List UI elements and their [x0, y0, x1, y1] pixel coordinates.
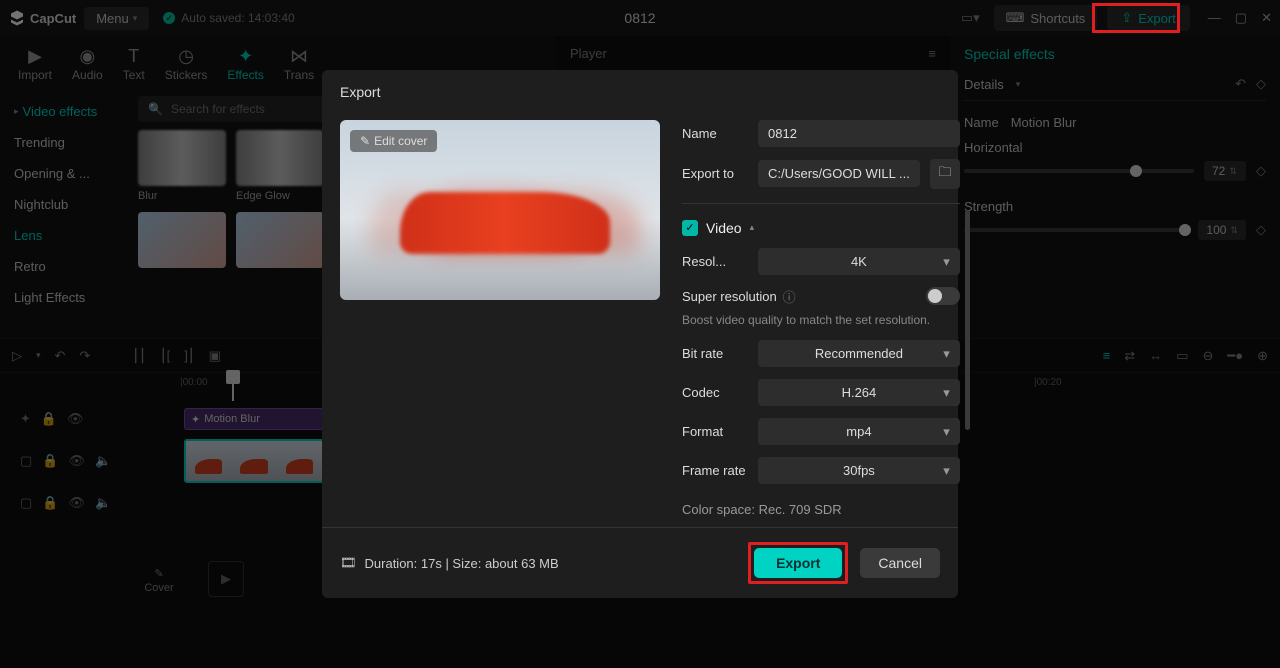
- export-dialog: Export ✎ Edit cover Name 0812 Export to: [322, 70, 958, 599]
- name-input[interactable]: 0812: [758, 120, 960, 147]
- super-resolution-toggle[interactable]: [926, 287, 960, 305]
- video-checkbox[interactable]: ✓: [682, 220, 698, 236]
- format-label: Format: [682, 424, 748, 439]
- format-select[interactable]: mp4: [758, 418, 960, 445]
- resolution-select[interactable]: 4K: [758, 248, 960, 275]
- framerate-label: Frame rate: [682, 463, 748, 478]
- name-label: Name: [682, 126, 748, 141]
- framerate-select[interactable]: 30fps: [758, 457, 960, 484]
- resolution-label: Resol...: [682, 254, 748, 269]
- pencil-icon: ✎: [360, 134, 370, 148]
- edit-cover-button[interactable]: ✎ Edit cover: [350, 130, 437, 152]
- browse-folder-button[interactable]: 🗀: [930, 159, 960, 189]
- chevron-up-icon[interactable]: ▴: [750, 222, 755, 233]
- dialog-title: Export: [322, 70, 958, 110]
- dialog-scrollbar[interactable]: [965, 210, 970, 430]
- info-icon[interactable]: ⓘ: [783, 287, 796, 306]
- super-resolution-hint: Boost video quality to match the set res…: [682, 312, 960, 329]
- bitrate-label: Bit rate: [682, 346, 748, 361]
- cancel-button[interactable]: Cancel: [860, 548, 940, 578]
- codec-select[interactable]: H.264: [758, 379, 960, 406]
- duration-info: 🎞 Duration: 17s | Size: about 63 MB: [340, 555, 559, 571]
- video-section-label: Video: [706, 220, 742, 236]
- bitrate-select[interactable]: Recommended: [758, 340, 960, 367]
- export-to-label: Export to: [682, 166, 748, 181]
- super-resolution-label: Super resolution: [682, 289, 777, 304]
- export-path: C:/Users/GOOD WILL ...: [758, 160, 920, 187]
- export-preview: ✎ Edit cover: [340, 120, 660, 300]
- export-button[interactable]: Export: [754, 548, 842, 578]
- export-highlight: Export: [748, 542, 848, 584]
- film-icon: 🎞: [340, 555, 357, 571]
- codec-label: Codec: [682, 385, 748, 400]
- color-space-label: Color space: Rec. 709 SDR: [682, 502, 960, 517]
- folder-icon: 🗀: [938, 163, 951, 185]
